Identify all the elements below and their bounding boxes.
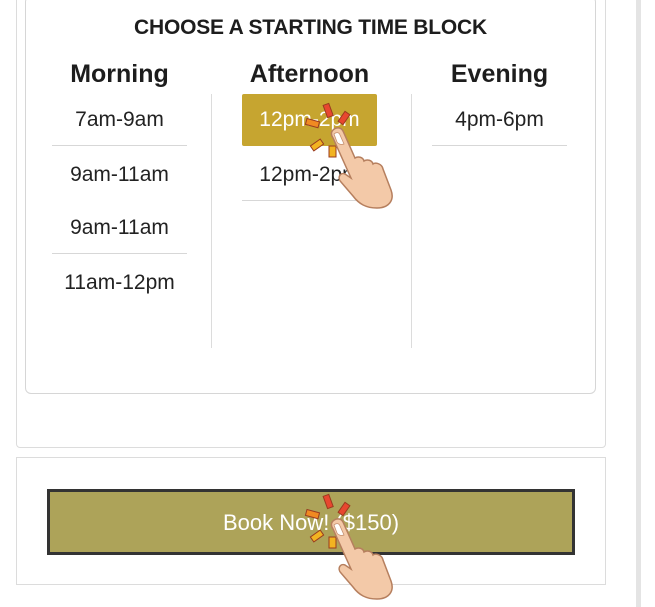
time-slot-9am-11am[interactable]: 9am-11am bbox=[52, 149, 187, 201]
time-slot-7am-9am[interactable]: 7am-9am bbox=[52, 94, 187, 146]
book-now-button[interactable]: Book Now! ($150) bbox=[47, 489, 575, 555]
afternoon-heading: Afternoon bbox=[249, 60, 370, 88]
time-slot-11am-12pm[interactable]: 11am-12pm bbox=[52, 257, 187, 309]
afternoon-column: Afternoon 12pm-2pm 12pm-2pm bbox=[242, 60, 377, 350]
evening-column: Evening 4pm-6pm bbox=[432, 60, 567, 350]
time-slot-4pm-6pm[interactable]: 4pm-6pm bbox=[432, 94, 567, 146]
morning-heading: Morning bbox=[70, 60, 169, 88]
morning-column: Morning 7am-9am 9am-11am 9am-11am 11am-1… bbox=[52, 60, 187, 350]
section-title: CHOOSE A STARTING TIME BLOCK bbox=[134, 16, 487, 39]
column-divider bbox=[411, 94, 412, 348]
column-divider bbox=[211, 94, 212, 348]
time-slot-12pm-2pm-selected[interactable]: 12pm-2pm bbox=[242, 94, 377, 146]
evening-heading: Evening bbox=[450, 60, 549, 88]
scrollbar[interactable] bbox=[636, 0, 641, 607]
time-slot-12pm-2pm[interactable]: 12pm-2pm bbox=[242, 149, 377, 201]
time-slot-9am-11am[interactable]: 9am-11am bbox=[52, 202, 187, 254]
